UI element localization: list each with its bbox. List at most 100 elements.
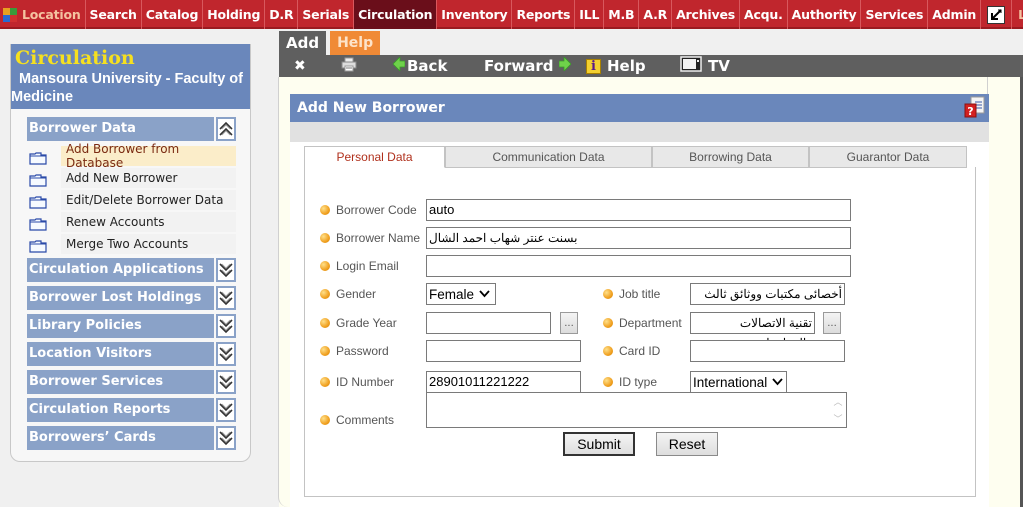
tab-personal-data[interactable]: Personal Data <box>304 146 445 168</box>
sidebar-section-label[interactable]: Borrowers’ Cards <box>27 426 214 450</box>
gender-label: Gender <box>320 284 376 304</box>
forward-button[interactable]: Forward <box>484 56 573 75</box>
sidebar-item-add-new-borrower[interactable]: Add New Borrower <box>27 168 236 188</box>
sidebar-section-label[interactable]: Borrower Data <box>27 117 214 141</box>
grade-year-browse-button[interactable]: ... <box>560 312 578 334</box>
nav-item-holding[interactable]: Holding <box>203 0 266 29</box>
nav-item-search[interactable]: Search <box>86 0 142 29</box>
expand-down-icon[interactable] <box>216 398 236 422</box>
job-title-input[interactable]: أخصائى مكتبات ووثائق ثالث <box>690 283 845 305</box>
info-icon: i <box>586 58 601 74</box>
textarea-scrollbar[interactable]: ︿ ﹀ <box>831 394 845 426</box>
grade-year-label: Grade Year <box>320 313 397 333</box>
sidebar-item-label: Renew Accounts <box>61 212 236 232</box>
nav-item-archives[interactable]: Archives <box>672 0 740 29</box>
nav-item-mb[interactable]: M.B <box>604 0 640 29</box>
sidebar-item-merge-two-accounts[interactable]: Merge Two Accounts <box>27 234 236 254</box>
nav-item-services[interactable]: Services <box>861 0 929 29</box>
sidebar-section-label[interactable]: Location Visitors <box>27 342 214 366</box>
nav-item-authority[interactable]: Authority <box>788 0 862 29</box>
sidebar-section-label[interactable]: Borrower Services <box>27 370 214 394</box>
nav-item-admin[interactable]: Admin <box>928 0 982 29</box>
nav-item-location[interactable]: Location <box>0 0 86 29</box>
comments-label: Comments <box>320 410 394 430</box>
expand-down-icon[interactable] <box>216 258 236 282</box>
fullscreen-toggle-icon <box>987 5 1006 24</box>
tab-help[interactable]: Help <box>330 31 381 55</box>
nav-item-inventory[interactable]: Inventory <box>437 0 513 29</box>
nav-item-serials[interactable]: Serials <box>298 0 355 29</box>
expand-down-icon[interactable] <box>216 426 236 450</box>
sidebar-subtitle-line1: Mansoura University - Faculty of <box>19 71 243 87</box>
password-input[interactable] <box>426 340 581 362</box>
nav-item-dr[interactable]: D.R <box>265 0 299 29</box>
sidebar-subtitle: Mansoura University - Faculty of Medicin… <box>11 70 250 106</box>
expand-down-icon[interactable] <box>216 286 236 310</box>
bullet-icon <box>320 415 330 425</box>
sidebar-section-label[interactable]: Circulation Reports <box>27 398 214 422</box>
bullet-icon <box>320 318 330 328</box>
nav-item-ar[interactable]: A.R <box>639 0 673 29</box>
department-input[interactable]: تقنية الاتصالات والمعلومات <box>690 312 815 350</box>
submit-button[interactable]: Submit <box>563 432 635 456</box>
department-browse-button[interactable]: ... <box>823 312 841 334</box>
id-number-label: ID Number <box>320 372 394 392</box>
job-title-label: Job title <box>603 284 660 304</box>
print-button[interactable] <box>341 57 357 76</box>
tv-icon <box>680 56 702 76</box>
sidebar-section-borrower-data: Borrower Data <box>27 117 236 141</box>
sidebar-section-borrowers-cards: Borrowers’ Cards <box>27 426 236 450</box>
tab-borrowing-data[interactable]: Borrowing Data <box>652 146 809 168</box>
tab-guarantor-data[interactable]: Guarantor Data <box>809 146 967 168</box>
back-button[interactable]: Back <box>392 56 448 75</box>
login-email-label: Login Email <box>320 256 399 276</box>
borrower-code-input[interactable]: auto <box>426 199 851 221</box>
sidebar-item-add-borrower-from-database[interactable]: Add Borrower from Database <box>27 142 236 170</box>
gender-select[interactable]: Female <box>426 283 496 305</box>
collapse-up-icon[interactable] <box>216 117 236 141</box>
card-id-input[interactable] <box>690 340 845 362</box>
nav-item-acquisitions[interactable]: Acqu. <box>740 0 788 29</box>
top-navigation-bar: Location Search Catalog Holding D.R Seri… <box>0 0 1023 29</box>
folder-icon <box>29 150 47 165</box>
tab-communication-data[interactable]: Communication Data <box>445 146 652 168</box>
toolbar: ✖ Back Forward i Help TV <box>279 55 1023 77</box>
grade-year-input[interactable] <box>426 312 551 334</box>
sidebar-item-edit-delete-borrower-data[interactable]: Edit/Delete Borrower Data <box>27 190 236 210</box>
id-type-select[interactable]: International <box>690 371 787 393</box>
sidebar-item-label: Merge Two Accounts <box>61 234 236 254</box>
sidebar-section-label[interactable]: Library Policies <box>27 314 214 338</box>
comments-textarea[interactable]: ︿ ﹀ <box>426 392 847 428</box>
nav-item-catalog[interactable]: Catalog <box>142 0 204 29</box>
tv-button[interactable]: TV <box>680 56 730 76</box>
sidebar-section-label[interactable]: Circulation Applications <box>27 258 214 282</box>
svg-text:?: ? <box>967 105 973 118</box>
nav-item-circulation[interactable]: Circulation <box>354 0 438 29</box>
panel-strip <box>290 122 989 142</box>
sidebar-section-circulation-applications: Circulation Applications <box>27 258 236 282</box>
id-number-input[interactable]: 28901011221222 <box>426 371 581 393</box>
sidebar-section-label[interactable]: Borrower Lost Holdings <box>27 286 214 310</box>
borrower-name-input[interactable]: بسنت عنتر شهاب احمد الشال <box>426 227 851 249</box>
help-document-icon[interactable]: ? <box>964 96 986 118</box>
nav-item-reports[interactable]: Reports <box>512 0 576 29</box>
nav-item-ill[interactable]: ILL <box>575 0 605 29</box>
form-tabs: Personal Data Communication Data Borrowi… <box>304 146 967 168</box>
tab-add[interactable]: Add <box>279 31 327 55</box>
sidebar-item-renew-accounts[interactable]: Renew Accounts <box>27 212 236 232</box>
borrower-code-label: Borrower Code <box>320 200 417 220</box>
expand-down-icon[interactable] <box>216 370 236 394</box>
fullscreen-toggle-button[interactable] <box>981 0 1013 29</box>
back-label: Back <box>407 57 448 75</box>
reset-button[interactable]: Reset <box>656 432 718 456</box>
tv-label: TV <box>708 57 730 75</box>
help-button[interactable]: i Help <box>586 57 646 75</box>
logoff-link[interactable]: Log off <box>1012 0 1023 29</box>
expand-down-icon[interactable] <box>216 342 236 366</box>
chevron-down-icon <box>772 378 783 386</box>
borrower-name-label: Borrower Name <box>320 228 420 248</box>
login-email-input[interactable] <box>426 255 851 277</box>
expand-down-icon[interactable] <box>216 314 236 338</box>
close-button[interactable]: ✖ <box>294 58 306 74</box>
bullet-icon <box>603 346 613 356</box>
